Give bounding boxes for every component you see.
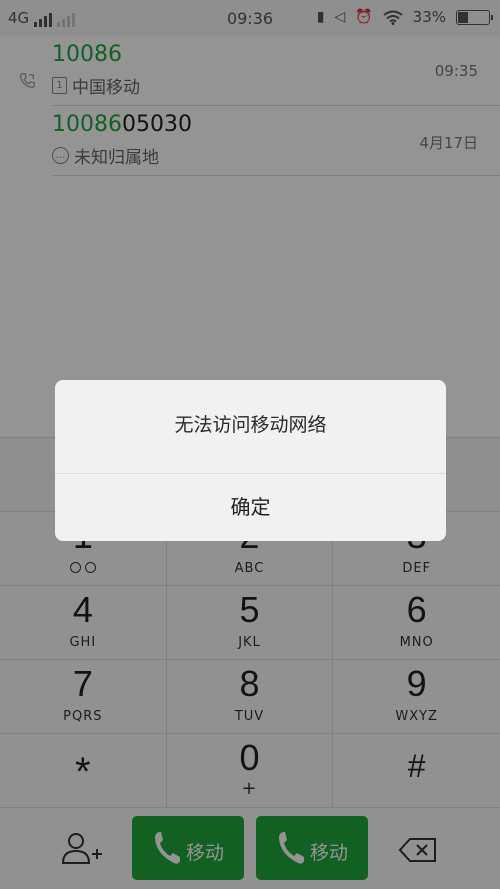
- network-error-dialog: 无法访问移动网络 确定: [55, 380, 446, 541]
- dialog-message: 无法访问移动网络: [174, 414, 327, 436]
- ok-button[interactable]: 确定: [55, 474, 446, 541]
